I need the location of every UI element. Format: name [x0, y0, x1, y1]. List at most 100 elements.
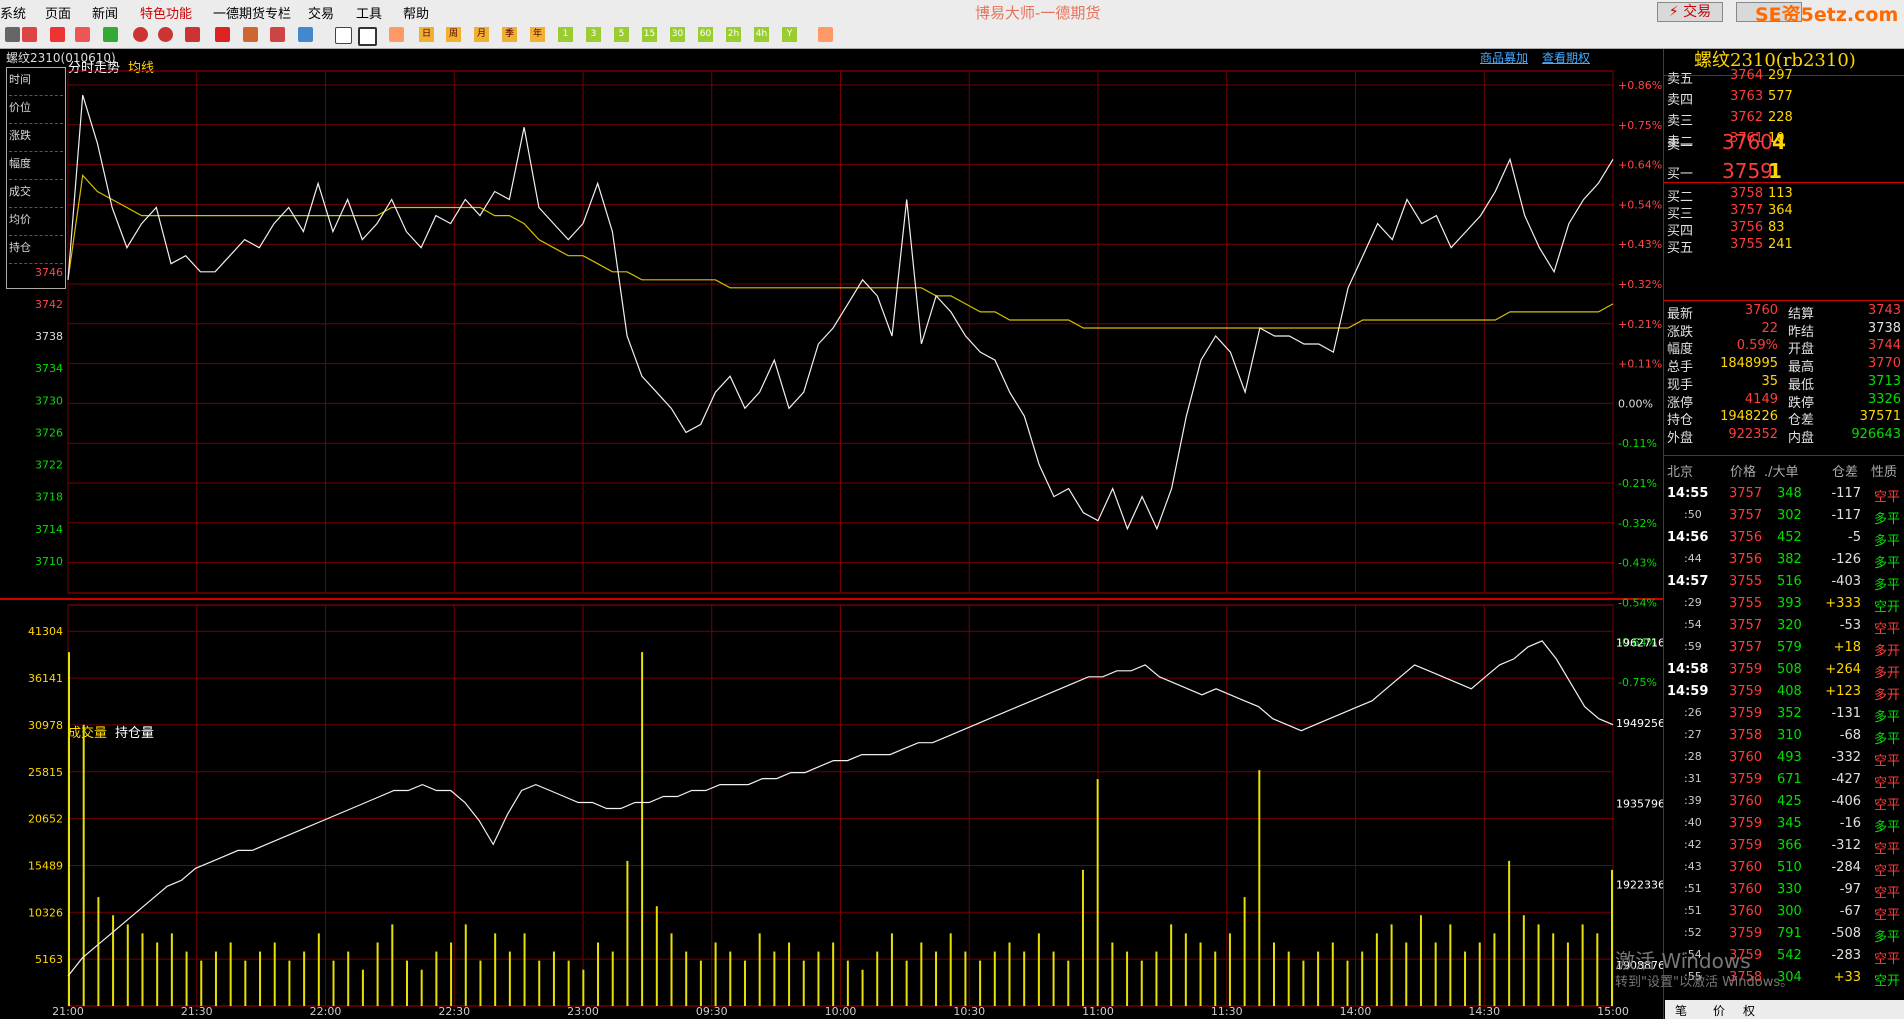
- x-tick-label: 21:00: [52, 1005, 84, 1018]
- stat-value: 4149: [1744, 391, 1778, 407]
- period-30min[interactable]: 30: [670, 27, 685, 42]
- tick-price: 3755: [1729, 574, 1763, 589]
- period-3min[interactable]: 3: [586, 27, 601, 42]
- period-5min[interactable]: 5: [614, 27, 629, 42]
- stat-value: 1948226: [1720, 409, 1778, 425]
- tick-price: 3755: [1729, 596, 1763, 611]
- tick-volume: 393: [1777, 596, 1802, 611]
- intraday-chart-icon[interactable]: [358, 27, 377, 46]
- menu-page[interactable]: 页面: [45, 3, 71, 22]
- tick-oi-change: -312: [1831, 838, 1861, 853]
- tick-volume: 345: [1777, 816, 1802, 831]
- period-15min[interactable]: 15: [642, 27, 657, 42]
- tick-volume: 330: [1777, 882, 1802, 897]
- calc-icon[interactable]: [818, 27, 833, 42]
- trade-button[interactable]: ⚡ 交易: [1657, 2, 1723, 22]
- activation-hint: 转到"设置"以激活 Windows。: [1615, 975, 1794, 990]
- tick-row: :50 3757 302 -117 多平: [1664, 507, 1904, 527]
- tick-type: 多开: [1874, 688, 1901, 703]
- back-icon[interactable]: [5, 27, 20, 42]
- news-icon[interactable]: [50, 27, 65, 42]
- tick-time: :27: [1684, 728, 1702, 741]
- tick-type: 空平: [1874, 886, 1901, 901]
- menu-help[interactable]: 帮助: [403, 3, 429, 22]
- tick-oi-change: -5: [1848, 530, 1861, 545]
- stat-value: 35: [1761, 373, 1778, 389]
- period-year[interactable]: 年: [530, 27, 545, 42]
- home-icon[interactable]: [22, 27, 37, 42]
- tick-price: 3758: [1729, 728, 1763, 743]
- zoom-out-icon[interactable]: [158, 27, 173, 42]
- tick-row: 14:57 3755 516 -403 多平: [1664, 573, 1904, 593]
- period-4h[interactable]: 4h: [754, 27, 769, 42]
- stat-value: 3760: [1744, 303, 1778, 318]
- tick-row: :27 3758 310 -68 多平: [1664, 727, 1904, 747]
- bid-price: 3757: [1730, 203, 1764, 218]
- refresh-icon[interactable]: [103, 27, 118, 42]
- period-year-y[interactable]: Y: [782, 27, 797, 42]
- tick-type: 多平: [1874, 512, 1901, 527]
- tick-type: 空平: [1874, 798, 1901, 813]
- f10-icon[interactable]: [75, 27, 90, 42]
- period-quarter[interactable]: 季: [502, 27, 517, 42]
- tick-time: 14:55: [1667, 486, 1709, 501]
- tick-oi-change: +333: [1825, 596, 1861, 611]
- ask-row: 卖四 3763 577: [1664, 88, 1904, 108]
- stats-icon[interactable]: [298, 27, 313, 42]
- tick-price: 3759: [1729, 662, 1763, 677]
- tick-volume: 671: [1777, 772, 1802, 787]
- pct-tick-label: 0.00%: [1618, 397, 1653, 410]
- tick-type: 多开: [1874, 644, 1901, 659]
- period-2h[interactable]: 2h: [726, 27, 741, 42]
- tick-volume: 310: [1777, 728, 1802, 743]
- pct-tick-label: +0.21%: [1618, 318, 1662, 331]
- price-tick-label: 3742: [35, 298, 63, 311]
- quote-panel: 螺纹2310(rb2310) 卖五 3764 297 卖四 3763 577 卖三 3762 2…: [1663, 49, 1904, 1019]
- price-tick-label: 3710: [35, 555, 63, 568]
- period-1min[interactable]: 1: [558, 27, 573, 42]
- kline-icon[interactable]: [389, 27, 404, 42]
- tick-tabs: 笔 价 权: [1665, 1000, 1904, 1019]
- tick-volume: 300: [1777, 904, 1802, 919]
- menu-tools[interactable]: 工具: [356, 3, 382, 22]
- bid-volume: 1: [1768, 159, 1782, 183]
- period-60min[interactable]: 60: [698, 27, 713, 42]
- ask-row: 卖五 3764 297: [1664, 67, 1904, 87]
- menu-system[interactable]: 系统: [0, 3, 26, 22]
- period-month[interactable]: 月: [474, 27, 489, 42]
- tick-oi-change: -406: [1831, 794, 1861, 809]
- stat-value: 3770: [1867, 356, 1901, 372]
- filter-icon[interactable]: [270, 27, 285, 42]
- tick-type: 多平: [1874, 930, 1901, 945]
- price-tick-label: 3726: [35, 426, 63, 439]
- volume-tick-label: 36141: [28, 672, 63, 685]
- period-day[interactable]: 日: [419, 27, 434, 42]
- tab-ticks[interactable]: 笔: [1675, 1002, 1687, 1019]
- pct-tick-label: +0.32%: [1618, 278, 1662, 291]
- tick-type: 多平: [1874, 710, 1901, 725]
- bid-volume: 364: [1768, 203, 1793, 218]
- alarm-icon[interactable]: [243, 27, 258, 42]
- volume-tick-label: 25815: [28, 766, 63, 779]
- menu-features[interactable]: 特色功能: [140, 3, 192, 22]
- divider: [1664, 182, 1904, 183]
- menu-news[interactable]: 新闻: [92, 3, 118, 22]
- period-week[interactable]: 周: [446, 27, 461, 42]
- intraday-chart[interactable]: 21:00 21:30 22:00 22:30 23:00 09:30 10:00 10:30…: [0, 49, 1663, 1019]
- zoom-in-icon[interactable]: [133, 27, 148, 42]
- tab-price[interactable]: 价: [1713, 1002, 1725, 1019]
- tick-price: 3760: [1729, 860, 1763, 875]
- tick-time: :44: [1684, 552, 1702, 565]
- tick-price: 3760: [1729, 794, 1763, 809]
- pct-tick-label: +0.86%: [1618, 79, 1662, 92]
- tick-oi-change: -131: [1831, 706, 1861, 721]
- tab-rights[interactable]: 权: [1743, 1002, 1755, 1019]
- bid-price: 3759: [1722, 159, 1773, 183]
- window-icon[interactable]: [185, 27, 200, 42]
- tick-time: :51: [1684, 882, 1702, 895]
- menu-trade[interactable]: 交易: [308, 3, 334, 22]
- menu-yide-column[interactable]: 一德期货专栏: [213, 3, 291, 22]
- pen-icon[interactable]: [215, 27, 230, 42]
- toolbar: 日 周 月 季 年 1 3 5 15 30 60 2h 4h Y: [0, 22, 1904, 49]
- table-icon[interactable]: [335, 27, 352, 44]
